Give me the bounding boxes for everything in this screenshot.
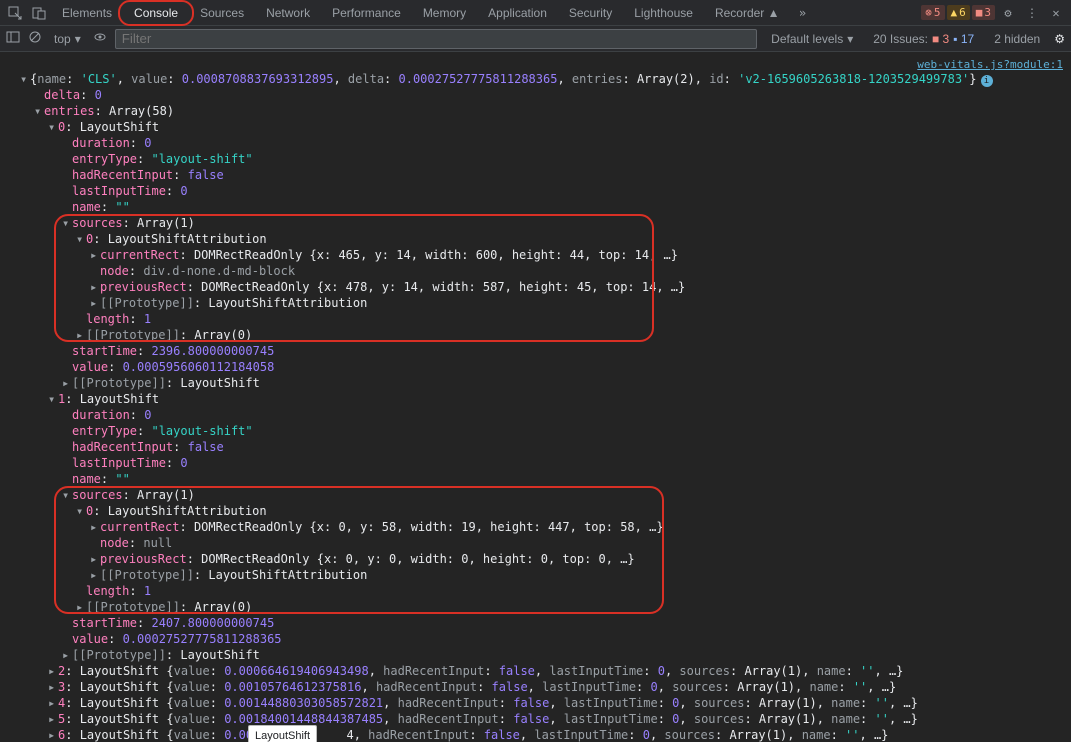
tree-row[interactable]: startTime: 2396.800000000745 [20,343,1071,359]
tree-row[interactable]: 0: LayoutShiftAttribution [20,503,1071,519]
tree-row[interactable]: value: 0.0005956060112184058 [20,359,1071,375]
expand-arrow-icon[interactable] [20,71,30,87]
tree-row[interactable]: previousRect: DOMRectReadOnly {x: 0, y: … [20,551,1071,567]
blocked-count-badge[interactable]: ■ 3 [972,5,995,20]
expand-arrow-icon[interactable] [48,679,58,695]
tree-row[interactable]: value: 0.00027527775811288365 [20,631,1071,647]
tab-sources[interactable]: Sources [190,2,254,24]
live-expression-icon[interactable] [93,30,107,47]
tree-row[interactable]: currentRect: DOMRectReadOnly {x: 465, y:… [20,247,1071,263]
expand-arrow-icon[interactable] [48,119,58,135]
tree-row[interactable]: duration: 0 [20,135,1071,151]
expand-arrow-icon[interactable] [48,663,58,679]
error-count-badge[interactable]: ⊗ 5 [921,5,944,20]
info-icon[interactable]: i [981,75,993,87]
tree-row[interactable]: 3: LayoutShift {value: 0.001057646123758… [20,679,1071,695]
inspect-icon[interactable] [4,2,26,24]
tree-row[interactable]: 0: LayoutShiftAttribution [20,231,1071,247]
tree-row[interactable]: length: 1 [20,311,1071,327]
settings-icon[interactable]: ⚙ [997,2,1019,24]
hidden-count: 2 hidden [988,32,1046,46]
tree-row[interactable]: sources: Array(1) [20,487,1071,503]
expand-arrow-icon[interactable] [90,519,100,535]
tab-security[interactable]: Security [559,2,622,24]
tree-row[interactable]: [[Prototype]]: LayoutShift [20,647,1071,663]
tab-console[interactable]: Console [124,2,188,24]
tree-row[interactable]: [[Prototype]]: Array(0) [20,327,1071,343]
tab-application[interactable]: Application [478,2,557,24]
expand-arrow-icon[interactable] [48,695,58,711]
tab-performance[interactable]: Performance [322,2,411,24]
clear-console-icon[interactable] [28,30,42,47]
expand-arrow-icon[interactable] [48,391,58,407]
tree-row[interactable]: lastInputTime: 0 [20,183,1071,199]
expand-arrow-icon[interactable] [34,103,44,119]
object-root[interactable]: {name: 'CLS', value: 0.00087088376933128… [20,71,1071,87]
tree-row[interactable]: 2: LayoutShift {value: 0.000664619406943… [20,663,1071,679]
tree-row[interactable]: 1: LayoutShift [20,391,1071,407]
tab-lighthouse[interactable]: Lighthouse [624,2,703,24]
tree-row[interactable]: [[Prototype]]: Array(0) [20,599,1071,615]
tree-row[interactable]: currentRect: DOMRectReadOnly {x: 0, y: 5… [20,519,1071,535]
tree-row[interactable]: sources: Array(1) [20,215,1071,231]
devtools-tabbar: Elements Console Sources Network Perform… [0,0,1071,26]
tree-row[interactable]: [[Prototype]]: LayoutShift [20,375,1071,391]
warning-count-badge[interactable]: ▲ 6 [947,5,970,20]
expand-arrow-icon[interactable] [76,231,86,247]
tab-elements[interactable]: Elements [52,2,122,24]
kebab-menu-icon[interactable]: ⋮ [1021,2,1043,24]
tab-memory[interactable]: Memory [413,2,476,24]
tree-row[interactable]: [[Prototype]]: LayoutShiftAttribution [20,295,1071,311]
tree-row[interactable]: entryType: "layout-shift" [20,151,1071,167]
console-toolbar: top ▾ Default levels ▾ 20 Issues: ■ 3 ▪ … [0,26,1071,52]
tree-row[interactable]: 6: LayoutShift {value: 0.0022317 LayoutS… [20,727,1071,742]
more-tabs-icon[interactable]: » [792,2,814,24]
sidebar-toggle-icon[interactable] [6,30,20,47]
expand-arrow-icon[interactable] [90,567,100,583]
expand-arrow-icon[interactable] [76,503,86,519]
tooltip: LayoutShift [248,725,317,742]
tree-row[interactable]: 4: LayoutShift {value: 0.001448803030585… [20,695,1071,711]
tree-row[interactable]: hadRecentInput: false [20,167,1071,183]
tree-row[interactable]: 5: LayoutShift {value: 0.001840014488443… [20,711,1071,727]
tree-row[interactable]: name: "" [20,471,1071,487]
device-toggle-icon[interactable] [28,2,50,24]
tree-row[interactable]: lastInputTime: 0 [20,455,1071,471]
filter-input[interactable] [115,29,757,49]
expand-arrow-icon[interactable] [48,711,58,727]
tree-row[interactable]: hadRecentInput: false [20,439,1071,455]
tree-row[interactable]: entries: Array(58) [20,103,1071,119]
tree-row[interactable]: previousRect: DOMRectReadOnly {x: 478, y… [20,279,1071,295]
expand-arrow-icon[interactable] [62,375,72,391]
expand-arrow-icon[interactable] [90,551,100,567]
tree-row[interactable]: node: null [20,535,1071,551]
expand-arrow-icon[interactable] [76,327,86,343]
tree-row[interactable]: length: 1 [20,583,1071,599]
tree-row[interactable]: delta: 0 [20,87,1071,103]
tree-row[interactable]: entryType: "layout-shift" [20,423,1071,439]
expand-arrow-icon[interactable] [90,279,100,295]
expand-arrow-icon[interactable] [62,215,72,231]
context-selector[interactable]: top ▾ [50,32,85,46]
expand-arrow-icon[interactable] [76,599,86,615]
expand-arrow-icon[interactable] [62,487,72,503]
tree-row[interactable]: startTime: 2407.800000000745 [20,615,1071,631]
tab-recorder[interactable]: Recorder ▲ [705,2,790,24]
tree-row[interactable]: 0: LayoutShift [20,119,1071,135]
issues-dropdown[interactable]: 20 Issues: ■ 3 ▪ 17 [867,32,980,46]
expand-arrow-icon[interactable] [48,727,58,742]
source-link[interactable]: web-vitals.js?module:1 [0,56,1071,71]
expand-arrow-icon[interactable] [90,247,100,263]
tree-row[interactable]: node: div.d-none.d-md-block [20,263,1071,279]
tree-row[interactable]: name: "" [20,199,1071,215]
tree-row[interactable]: [[Prototype]]: LayoutShiftAttribution [20,567,1071,583]
expand-arrow-icon[interactable] [62,647,72,663]
close-icon[interactable]: ✕ [1045,2,1067,24]
log-levels-dropdown[interactable]: Default levels ▾ [765,32,859,46]
console-output: web-vitals.js?module:1 {name: 'CLS', val… [0,52,1071,742]
expand-arrow-icon[interactable] [90,295,100,311]
console-settings-icon[interactable]: ⚙ [1054,32,1065,46]
tab-network[interactable]: Network [256,2,320,24]
tree-row[interactable]: duration: 0 [20,407,1071,423]
